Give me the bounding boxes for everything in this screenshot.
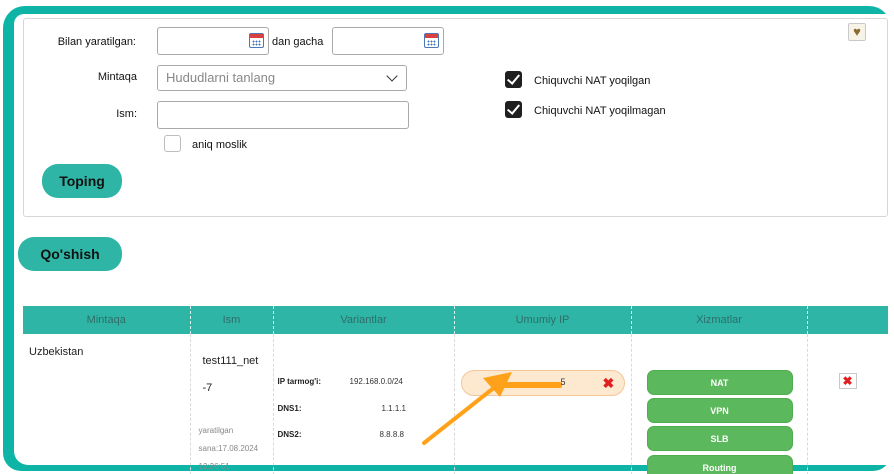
annotation-arrow-icon [422, 372, 512, 445]
